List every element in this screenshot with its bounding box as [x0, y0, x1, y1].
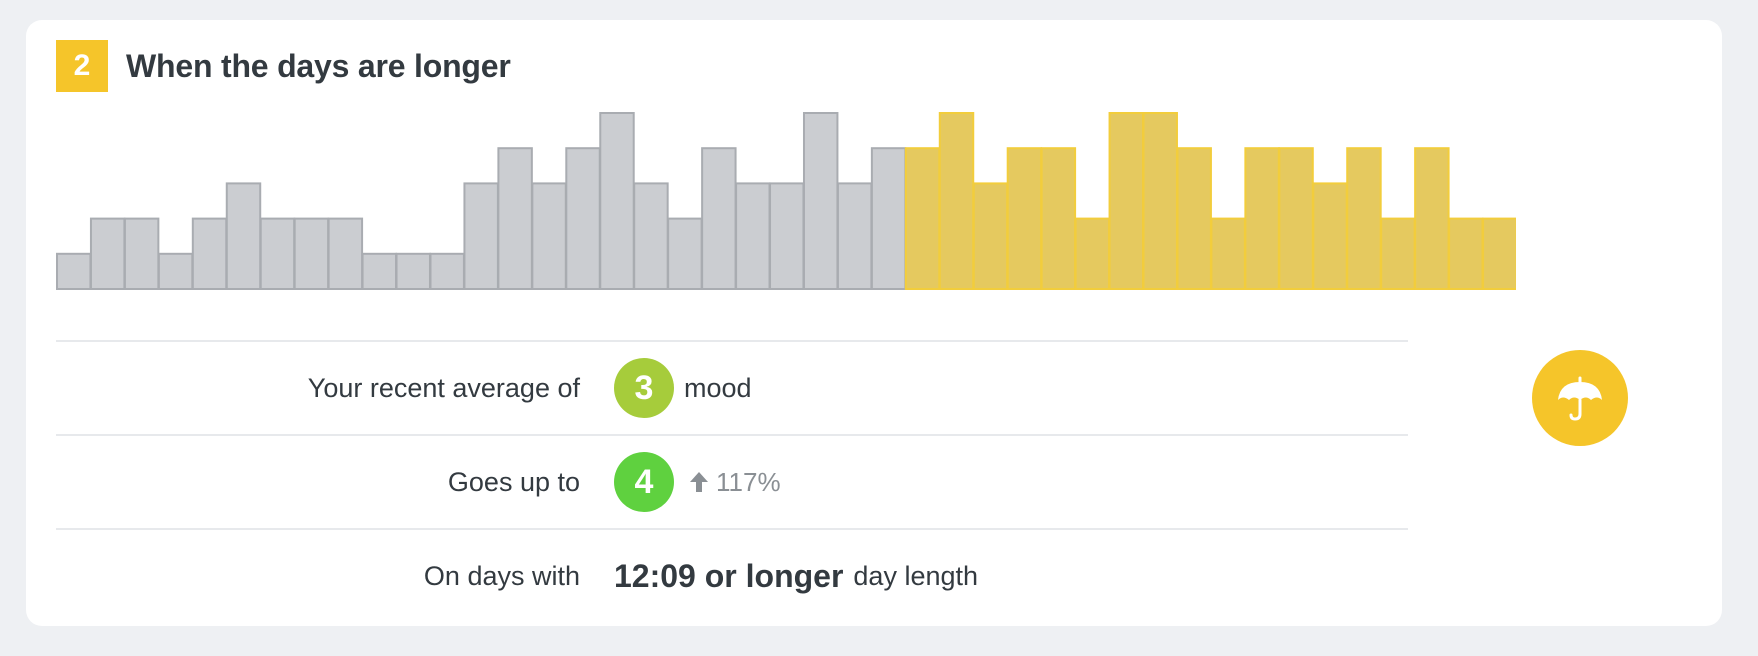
chart-bar-highlight	[1074, 217, 1111, 290]
change-percent: 117%	[716, 466, 781, 497]
chart-bar	[327, 217, 364, 290]
chart-bar-highlight	[1482, 217, 1516, 290]
chart-bar-highlight	[1040, 147, 1077, 290]
chart-bar-highlight	[1210, 217, 1246, 290]
chart-bar	[870, 147, 907, 290]
chart-bar-highlight	[1380, 217, 1416, 290]
chart-bar	[701, 147, 737, 290]
chart-bar	[769, 182, 805, 290]
goes-up-label: Goes up to	[447, 466, 580, 497]
recent-average-label: Your recent average of	[307, 372, 580, 403]
row-condition: On days with 12:09 or longer day length	[56, 528, 1408, 622]
chart-bar-highlight	[1176, 147, 1212, 290]
card-title: When the days are longer	[126, 47, 511, 84]
chart-bar	[497, 147, 533, 290]
chart-bar-highlight	[1312, 182, 1348, 290]
card-header: 2 When the days are longer	[56, 40, 511, 92]
chart-bar-highlight	[1006, 147, 1043, 290]
chart-bar	[56, 252, 92, 290]
chart-bar	[802, 112, 839, 290]
day-length-suffix: day length	[853, 560, 979, 591]
chart-bar-highlight	[1448, 217, 1484, 290]
chart-bar	[191, 217, 228, 290]
chart-bar	[463, 182, 499, 290]
chart-bar	[599, 112, 635, 290]
chart-bar	[429, 252, 465, 290]
day-length-bar-chart	[56, 112, 1516, 290]
umbrella-icon	[1558, 376, 1602, 421]
chart-bar	[89, 217, 126, 290]
row-goes-up: Goes up to 4 117%	[56, 434, 1408, 528]
chart-bar-highlight	[1346, 147, 1382, 290]
umbrella-button[interactable]	[1532, 350, 1628, 446]
chart-bar-highlight	[972, 182, 1009, 290]
stats-table: Your recent average of 3 mood Goes up to…	[56, 340, 1408, 622]
chart-bar	[531, 182, 567, 290]
chart-bar	[157, 252, 194, 290]
chart-bar-highlight	[1414, 147, 1450, 290]
mood-unit: mood	[684, 372, 752, 403]
chart-bar-highlight	[1142, 112, 1178, 290]
chart-bar	[259, 217, 296, 290]
chart-bar-highlight	[904, 147, 941, 290]
chart-bar	[293, 217, 330, 290]
chart-bar	[836, 182, 873, 290]
day-length-threshold: 12:09 or longer	[614, 557, 844, 594]
chart-bar	[225, 182, 262, 290]
arrow-up-icon	[690, 472, 708, 492]
condition-value: 12:09 or longer day length	[614, 558, 978, 595]
chart-bar	[735, 182, 771, 290]
condition-label: On days with	[423, 560, 580, 591]
chart-bar	[565, 147, 601, 290]
insight-card: 2 When the days are longer Your recent a…	[26, 20, 1722, 626]
mood-badge-improved: 4	[614, 452, 674, 512]
chart-bar	[667, 217, 703, 290]
recent-average-value: 3 mood	[614, 358, 752, 418]
goes-up-value: 4 117%	[614, 452, 781, 512]
chart-bar	[395, 252, 431, 290]
chart-bar-highlight	[938, 112, 975, 290]
rank-badge: 2	[56, 40, 108, 92]
mood-badge-average: 3	[614, 358, 674, 418]
chart-bar	[361, 252, 398, 290]
change-indicator: 117%	[688, 467, 781, 498]
chart-bar	[633, 182, 669, 290]
chart-bar-highlight	[1108, 112, 1145, 290]
chart-bar	[123, 217, 160, 290]
chart-bar-highlight	[1244, 147, 1280, 290]
chart-bar-highlight	[1278, 147, 1314, 290]
row-recent-average: Your recent average of 3 mood	[56, 340, 1408, 434]
